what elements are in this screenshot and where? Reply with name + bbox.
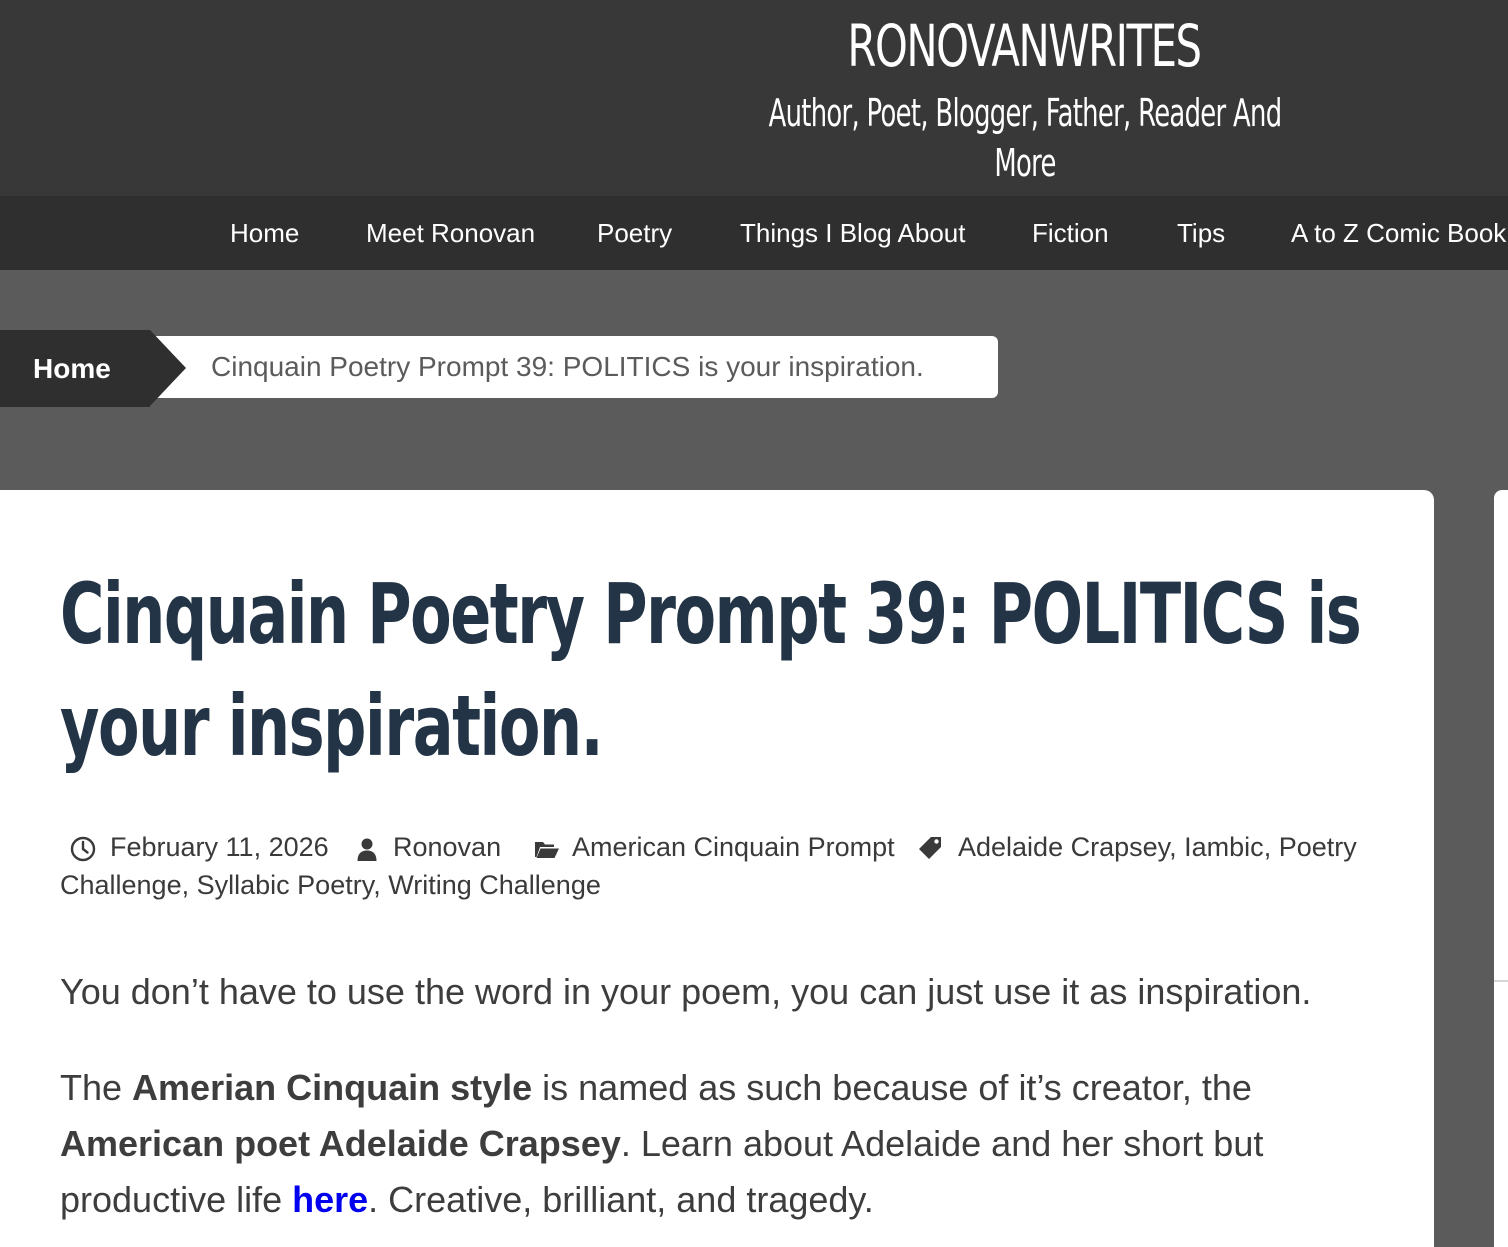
tag-icon <box>917 834 943 860</box>
user-icon <box>354 834 380 861</box>
folder-open-icon <box>533 834 559 860</box>
nav-item-fiction[interactable]: Fiction <box>1032 196 1109 270</box>
para2-bold-poet: American poet Adelaide Crapsey <box>60 1123 621 1164</box>
nav-item-tips[interactable]: Tips <box>1177 196 1225 270</box>
post-paragraph-1: You don’t have to use the word in your p… <box>60 971 1312 1012</box>
nav-item-home[interactable]: Home <box>230 196 299 270</box>
tag-iambic[interactable]: Iambic <box>1184 832 1264 862</box>
post-date-link[interactable]: February 11, 2026 <box>110 828 329 866</box>
tag-separator: , <box>181 870 190 900</box>
para2-text-3: . Learn about Adelaide and her short but <box>620 1123 1264 1164</box>
para2-text-1: The <box>60 1067 133 1108</box>
para2-bold-style: Amerian Cinquain style <box>132 1067 533 1108</box>
post-tags-line-2: Challenge, Syllabic Poetry, Writing Chal… <box>60 866 601 904</box>
para2-text-2: is named as such because of it’s creator… <box>532 1067 1252 1108</box>
site-title[interactable]: RONOVANWRITES <box>808 10 1240 82</box>
post-paragraph-2: The Amerian Cinquain style is named as s… <box>60 1060 1380 1228</box>
site-tagline: Author, Poet, Blogger, Father, Reader An… <box>768 91 1283 185</box>
tag-syllabic-poetry[interactable]: Syllabic Poetry <box>197 870 374 900</box>
post-title-line-1: Cinquain Poetry Prompt 39: POLITICS is <box>60 565 1362 663</box>
sidebar-edge <box>1494 490 1508 1247</box>
here-link[interactable]: here <box>292 1179 368 1220</box>
breadcrumb-home-link[interactable]: Home <box>0 330 150 407</box>
post-title-line-2: your inspiration. <box>60 677 604 775</box>
sidebar-divider <box>1494 980 1508 982</box>
post-tags-line-1: Adelaide Crapsey, Iambic, Poetry <box>958 828 1357 866</box>
tag-poetry-challenge-part-1[interactable]: Poetry <box>1279 832 1357 862</box>
nav-item-a-to-z-comic-book[interactable]: A to Z Comic Book <box>1291 196 1506 270</box>
post-category-link[interactable]: American Cinquain Prompt <box>572 828 895 866</box>
nav-item-poetry[interactable]: Poetry <box>597 196 672 270</box>
post-title: Cinquain Poetry Prompt 39: POLITICS is y… <box>60 558 1362 782</box>
nav-item-meet-ronovan[interactable]: Meet Ronovan <box>366 196 535 270</box>
tag-separator: , <box>1263 832 1272 862</box>
tag-writing-challenge[interactable]: Writing Challenge <box>388 870 601 900</box>
breadcrumb-current: Cinquain Poetry Prompt 39: POLITICS is y… <box>155 336 998 398</box>
post-meta: February 11, 2026 Ronovan American Cinqu… <box>60 828 1380 904</box>
nav-item-things-i-blog-about[interactable]: Things I Blog About <box>740 196 965 270</box>
para2-text-4: productive life <box>60 1179 293 1220</box>
post-author-link[interactable]: Ronovan <box>393 828 501 866</box>
tag-poetry-challenge-part-2[interactable]: Challenge <box>60 870 182 900</box>
main-nav: Home Meet Ronovan Poetry Things I Blog A… <box>0 196 1508 270</box>
site-header: RONOVANWRITES Author, Poet, Blogger, Fat… <box>0 0 1508 196</box>
tag-separator: , <box>1169 832 1177 862</box>
clock-icon <box>70 834 96 862</box>
para2-text-5: . Creative, brilliant, and tragedy. <box>368 1179 874 1220</box>
tag-separator: , <box>373 870 381 900</box>
breadcrumb-arrow <box>150 330 186 406</box>
tag-adelaide-crapsey[interactable]: Adelaide Crapsey <box>958 832 1169 862</box>
